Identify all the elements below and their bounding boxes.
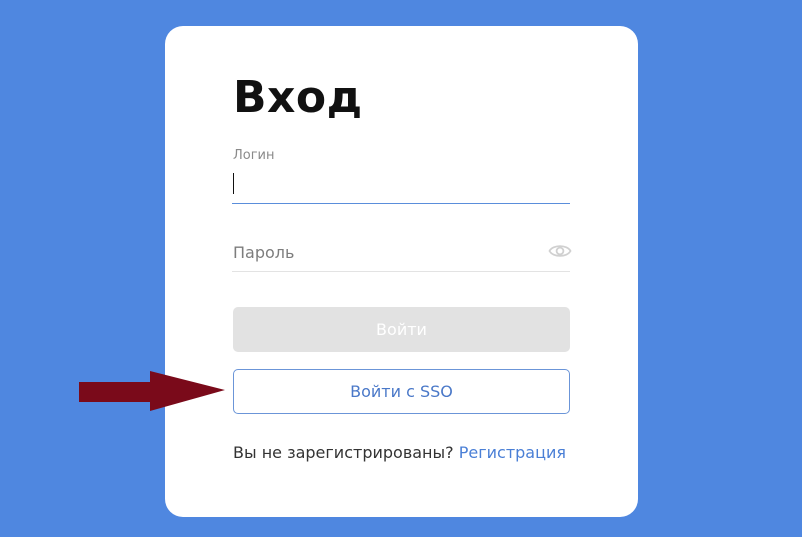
login-input[interactable]	[232, 170, 570, 204]
password-input[interactable]	[232, 234, 570, 272]
page-title: Вход	[233, 72, 363, 123]
login-button[interactable]: Войти	[233, 307, 570, 352]
page-background: Вход Логин Войти Войти с SSO Вы не зарег…	[0, 0, 802, 537]
login-card: Вход Логин Войти Войти с SSO Вы не зарег…	[165, 26, 638, 517]
login-label: Логин	[233, 148, 275, 163]
sso-login-button[interactable]: Войти с SSO	[233, 369, 570, 414]
eye-icon[interactable]	[548, 241, 572, 261]
register-line: Вы не зарегистрированы? Регистрация	[233, 443, 566, 462]
text-caret	[233, 173, 234, 194]
register-link[interactable]: Регистрация	[459, 443, 566, 462]
register-prompt: Вы не зарегистрированы?	[233, 443, 454, 462]
arrow-right-icon	[79, 371, 225, 411]
